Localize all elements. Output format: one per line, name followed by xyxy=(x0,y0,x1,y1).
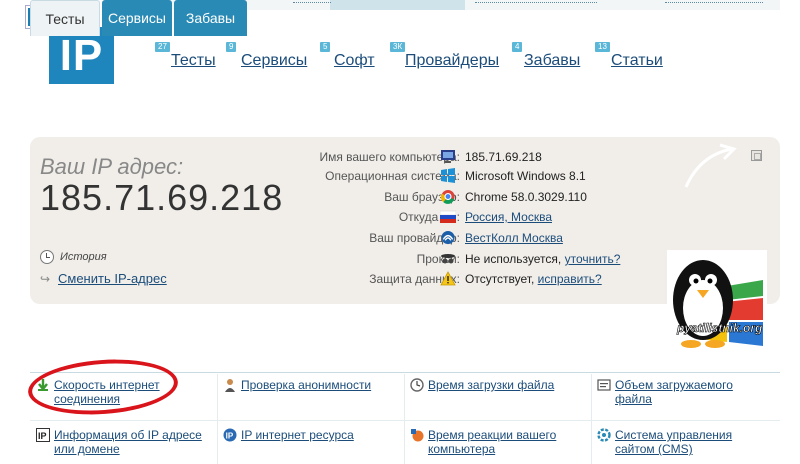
protection-value: Отсутствует, xyxy=(465,272,535,286)
penguin-windows-icon xyxy=(673,260,763,348)
protection-fix-link[interactable]: исправить? xyxy=(538,272,602,286)
chrome-icon xyxy=(440,189,455,204)
service-ip-info[interactable]: IP Информация об IP адресе или домене xyxy=(30,424,217,464)
info-key: Защита данных: xyxy=(369,272,460,286)
nav-link[interactable]: Софт xyxy=(334,52,375,70)
nav-count-badge: 13 xyxy=(595,42,610,52)
nav-link[interactable]: Сервисы xyxy=(241,52,307,70)
top-strip-segment-active xyxy=(330,0,465,10)
service-line: файла xyxy=(615,392,652,406)
info-key: Ваш браузер: xyxy=(384,190,460,204)
grid-divider xyxy=(30,420,780,421)
info-key: Имя вашего компьютера: xyxy=(319,150,460,164)
computer-icon xyxy=(441,150,455,163)
service-link[interactable]: IP интернет ресурса xyxy=(241,428,354,442)
location-link[interactable]: Россия, Москва xyxy=(465,210,552,224)
cms-icon xyxy=(597,428,611,442)
svg-text:IP: IP xyxy=(226,432,234,441)
nav-count-badge: 4 xyxy=(512,42,523,52)
top-strip-link[interactable] xyxy=(475,2,597,3)
info-row-provider: Ваш провайдер: ВестКолл Москва xyxy=(30,229,780,247)
windows-icon xyxy=(441,168,455,183)
nav-link[interactable]: Провайдеры xyxy=(405,52,499,70)
service-line: сайтом (CMS) xyxy=(615,442,693,456)
service-line: Система управления xyxy=(615,428,733,442)
tab-fun[interactable]: Забавы xyxy=(174,0,247,36)
service-ip-resource[interactable]: IP IP интернет ресурса xyxy=(217,424,404,464)
info-value: 185.71.69.218 xyxy=(465,150,542,164)
reaction-icon xyxy=(411,429,424,442)
warning-icon xyxy=(440,271,456,286)
clock-icon xyxy=(410,378,424,392)
watermark-text: pyatilistnik.org xyxy=(677,321,763,336)
service-line: или домене xyxy=(54,442,120,456)
nav-link[interactable]: Статьи xyxy=(611,52,663,70)
service-download-time[interactable]: Время загрузки файла xyxy=(404,374,591,416)
russia-flag-icon xyxy=(440,210,456,223)
info-value-wrap: ВестКолл Москва xyxy=(465,231,563,245)
info-value-wrap: Отсутствует, исправить? xyxy=(465,272,602,286)
service-reaction-time[interactable]: Время реакции вашего компьютера xyxy=(404,424,591,464)
nav-link[interactable]: Тесты xyxy=(171,52,216,70)
info-key: Прокси: xyxy=(416,252,460,266)
nav-count-badge: 9 xyxy=(226,42,237,52)
service-line: Время реакции вашего xyxy=(428,428,557,442)
nav-count-badge: 27 xyxy=(155,42,170,52)
info-value: Microsoft Windows 8.1 xyxy=(465,169,586,183)
service-link[interactable]: Время реакции вашего компьютера xyxy=(428,428,556,456)
service-link[interactable]: Проверка анонимности xyxy=(241,378,371,392)
service-anonymity[interactable]: Проверка анонимности xyxy=(217,374,404,416)
info-key: Операционная система: xyxy=(325,169,460,183)
service-link[interactable]: Система управления сайтом (CMS) xyxy=(615,428,732,456)
anonymity-icon xyxy=(225,379,235,392)
service-line: Объем загружаемого xyxy=(615,378,733,392)
nav-link[interactable]: Забавы xyxy=(524,52,580,70)
ip-info-icon: IP xyxy=(36,428,50,442)
svg-text:IP: IP xyxy=(38,431,47,441)
tab-tests[interactable]: Тесты xyxy=(30,0,100,36)
info-row-os: Операционная система: Microsoft Windows … xyxy=(30,167,780,185)
proxy-clarify-link[interactable]: уточнить? xyxy=(565,252,621,266)
watermark-logo: pyatilistnik.org xyxy=(667,250,767,350)
info-row-computer: Имя вашего компьютера: 185.71.69.218 xyxy=(30,148,780,166)
info-value-wrap: Не используется, уточнить? xyxy=(465,252,620,266)
top-strip-link[interactable] xyxy=(665,2,763,3)
service-file-size[interactable]: Объем загружаемого файла xyxy=(591,374,780,416)
proxy-value: Не используется, xyxy=(465,252,562,266)
spy-icon xyxy=(441,254,455,264)
nav-count-badge: 5 xyxy=(320,42,331,52)
info-key: Ваш провайдер: xyxy=(369,231,460,245)
info-row-location: Откуда вы: Россия, Москва xyxy=(30,208,780,226)
ip-resource-icon: IP xyxy=(223,428,237,442)
tab-services[interactable]: Сервисы xyxy=(102,0,172,36)
nav-count-badge: 3К xyxy=(390,42,406,52)
service-line: Информация об IP адресе xyxy=(54,428,202,442)
info-value: Chrome 58.0.3029.110 xyxy=(465,190,587,204)
service-link[interactable]: Объем загружаемого файла xyxy=(615,378,733,406)
file-size-icon xyxy=(597,379,611,391)
provider-link[interactable]: ВестКолл Москва xyxy=(465,231,563,245)
top-strip-link[interactable] xyxy=(293,2,331,3)
service-cms[interactable]: Система управления сайтом (CMS) xyxy=(591,424,780,464)
info-key: Откуда вы: xyxy=(398,210,460,224)
provider-icon xyxy=(441,230,455,245)
info-row-browser: Ваш браузер: Chrome 58.0.3029.110 xyxy=(30,188,780,206)
service-link[interactable]: Время загрузки файла xyxy=(428,378,554,392)
service-line: компьютера xyxy=(428,442,496,456)
service-link[interactable]: Информация об IP адресе или домене xyxy=(54,428,202,456)
info-value-wrap: Россия, Москва xyxy=(465,210,552,224)
